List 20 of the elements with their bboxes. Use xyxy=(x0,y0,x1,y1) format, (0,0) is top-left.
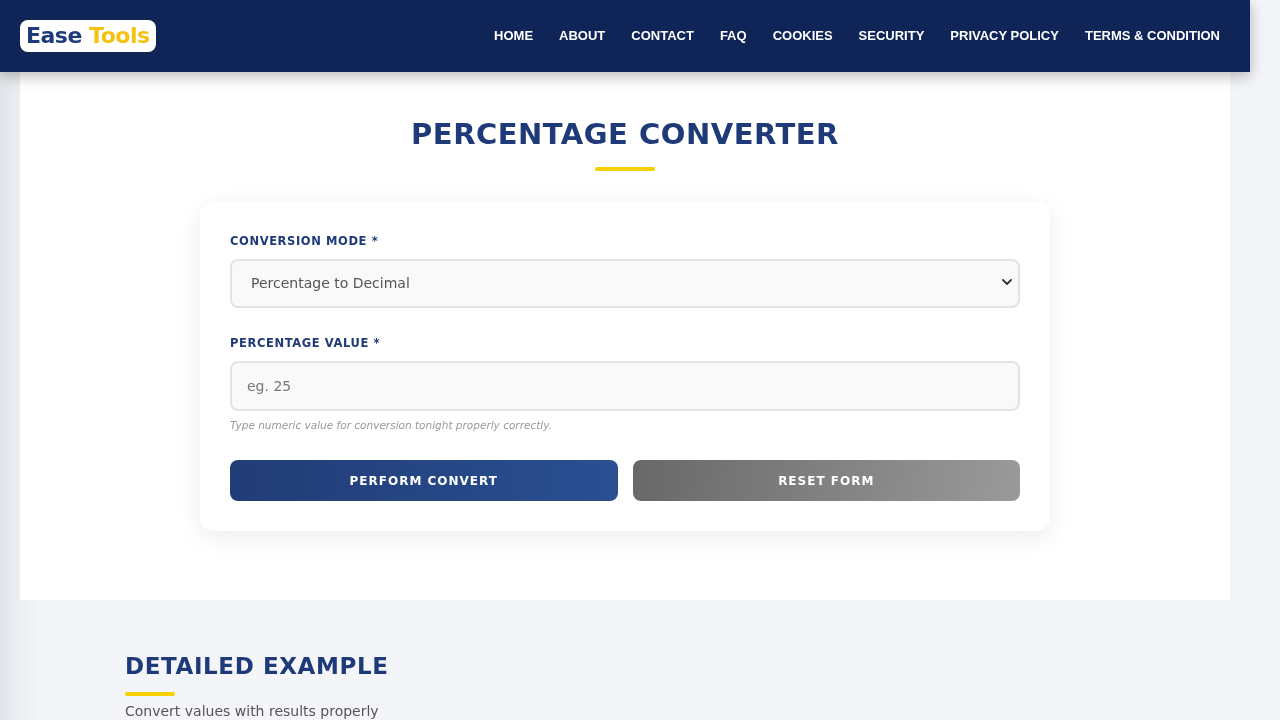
field-label: CONVERSION MODE * xyxy=(230,233,380,250)
help-text: Type numeric value for conversion tonight properly correctly. xyxy=(230,418,553,432)
nav-link[interactable]: ABOUT xyxy=(559,26,606,46)
mode-select[interactable]: Percentage to Decimal xyxy=(230,259,1020,308)
nav-link[interactable]: COOKIES xyxy=(772,26,833,46)
nav-link[interactable]: SECURITY xyxy=(858,26,925,46)
nav-link[interactable]: TERMS & CONDITION xyxy=(1084,26,1220,46)
reset-button[interactable]: RESET FORM xyxy=(632,460,1020,501)
convert-button[interactable]: PERFORM CONVERT xyxy=(230,460,618,501)
value-input[interactable]: eg. 25 xyxy=(230,361,1020,411)
logo-link[interactable]: Ease Tools xyxy=(20,20,156,52)
field-label: PERCENTAGE VALUE * xyxy=(230,335,382,352)
section-heading: DETAILED EXAMPLE xyxy=(125,652,389,681)
page-title: PERCENTAGE CONVERTER xyxy=(410,116,840,152)
nav-link[interactable]: CONTACT xyxy=(631,26,694,46)
nav-link[interactable]: FAQ xyxy=(719,26,747,46)
nav-link[interactable]: PRIVACY POLICY xyxy=(950,26,1059,46)
chevron-down-icon xyxy=(1002,279,1012,286)
nav-link[interactable]: HOME xyxy=(494,26,534,46)
section-text: Convert values with results properly xyxy=(125,703,379,719)
